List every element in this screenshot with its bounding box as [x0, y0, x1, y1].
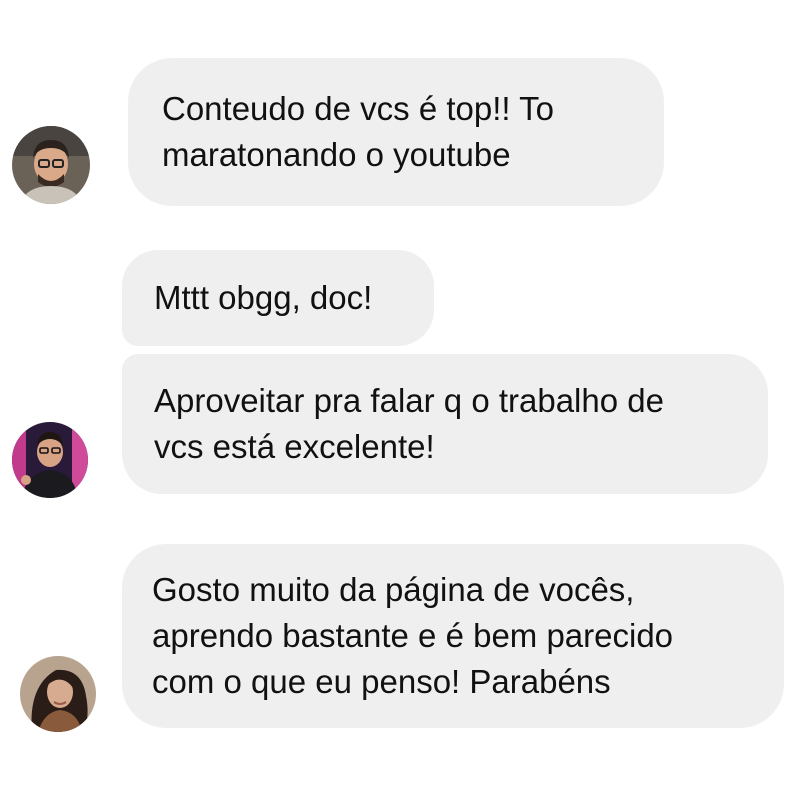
user-photo-icon — [12, 126, 90, 204]
message-text-line: com o que eu penso! Parabéns — [152, 663, 611, 700]
message-text-line: vcs está excelente! — [154, 428, 435, 465]
message-bubble[interactable]: Conteudo de vcs é top!! To maratonando o… — [128, 58, 664, 206]
message-text-line: aprendo bastante e é bem parecido — [152, 617, 674, 654]
avatar[interactable] — [20, 656, 96, 732]
message-bubble[interactable]: Aproveitar pra falar q o trabalho de vcs… — [122, 354, 768, 494]
message-bubble[interactable]: Mttt obgg, doc! — [122, 250, 434, 346]
message-text-line: maratonando o youtube — [162, 136, 511, 173]
message-text-line: Aproveitar pra falar q o trabalho de — [154, 382, 664, 419]
message-bubble[interactable]: Gosto muito da página de vocês, aprendo … — [122, 544, 784, 728]
avatar[interactable] — [12, 422, 88, 498]
message-text-line: Mttt obgg, doc! — [154, 279, 373, 316]
user-photo-icon — [20, 656, 96, 732]
avatar[interactable] — [12, 126, 90, 204]
user-photo-icon — [12, 422, 88, 498]
message-text-line: Conteudo de vcs é top!! To — [162, 90, 554, 127]
message-text-line: Gosto muito da página de vocês, — [152, 571, 635, 608]
